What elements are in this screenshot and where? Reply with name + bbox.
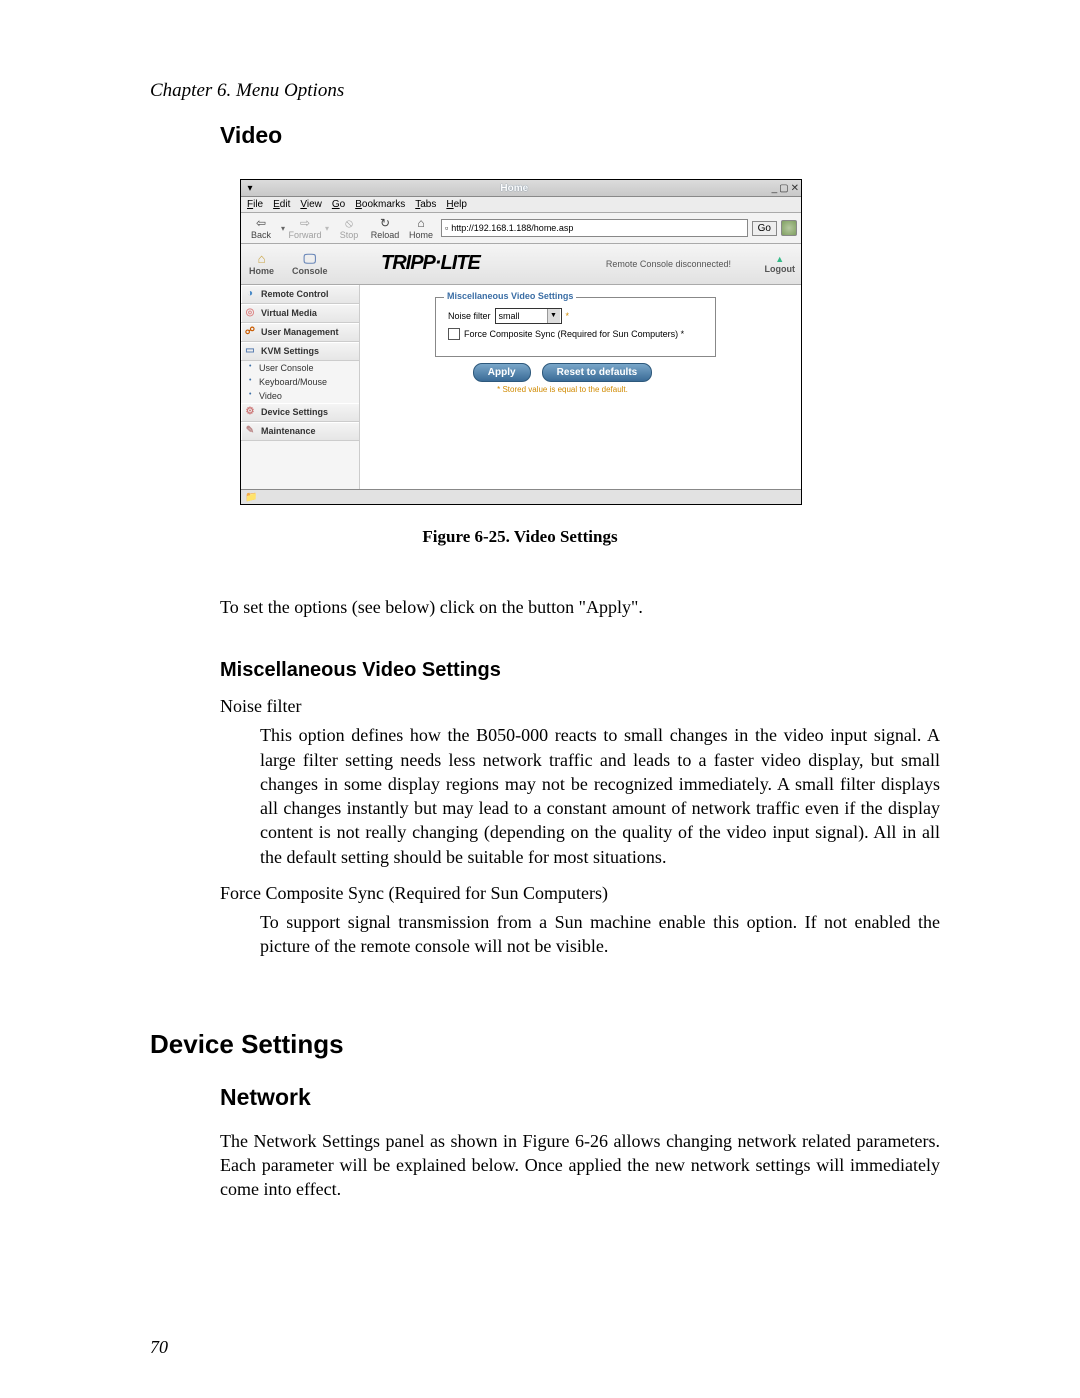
stop-icon: ⦸ xyxy=(340,216,358,230)
system-menu-icon[interactable]: ▾ xyxy=(243,182,257,194)
menu-tabs[interactable]: Tabs xyxy=(415,199,436,210)
sidebar-sub-user-console[interactable]: User Console xyxy=(241,361,359,375)
sidebar-sub-video[interactable]: Video xyxy=(241,389,359,403)
kvm-icon: ▭ xyxy=(244,345,256,357)
intro-paragraph: To set the options (see below) click on … xyxy=(220,595,940,619)
force-sync-term: Force Composite Sync (Required for Sun C… xyxy=(220,883,940,904)
figure-caption: Figure 6-25. Video Settings xyxy=(240,527,800,547)
app-header: ⌂Home 🖵Console TRIPP·LITE Remote Console… xyxy=(241,244,801,285)
noise-filter-label: Noise filter xyxy=(448,311,491,321)
stop-button[interactable]: ⦸Stop xyxy=(333,216,365,240)
home-icon: ⌂ xyxy=(412,216,430,230)
force-sync-checkbox[interactable] xyxy=(448,328,460,340)
menu-bookmarks[interactable]: Bookmarks xyxy=(355,199,405,210)
forward-button[interactable]: ⇨Forward xyxy=(289,216,321,240)
device-settings-heading: Device Settings xyxy=(150,1029,940,1060)
sidebar-item-user-management[interactable]: ☍User Management xyxy=(241,323,359,342)
sidebar-sub-keyboard-mouse[interactable]: Keyboard/Mouse xyxy=(241,375,359,389)
menubar: File Edit View Go Bookmarks Tabs Help xyxy=(241,197,801,213)
close-icon[interactable]: ✕ xyxy=(791,183,799,194)
browser-window: ▾ Home _ ▢ ✕ File Edit View Go Bookmarks… xyxy=(240,179,802,505)
back-dd-icon[interactable]: ▾ xyxy=(281,224,285,233)
sidebar-item-maintenance[interactable]: ✎Maintenance xyxy=(241,422,359,441)
header-home-button[interactable]: ⌂Home xyxy=(249,252,274,276)
figure-6-25: ▾ Home _ ▢ ✕ File Edit View Go Bookmarks… xyxy=(240,179,800,547)
noise-filter-description: This option defines how the B050-000 rea… xyxy=(260,723,940,869)
reload-icon: ↻ xyxy=(376,216,394,230)
minimize-icon[interactable]: _ xyxy=(772,183,778,194)
force-sync-label: Force Composite Sync (Required for Sun C… xyxy=(464,329,684,339)
force-sync-description: To support signal transmission from a Su… xyxy=(260,910,940,959)
maintenance-icon: ✎ xyxy=(244,425,256,437)
menu-file[interactable]: File xyxy=(247,199,263,210)
device-icon: ⚙ xyxy=(244,406,256,418)
sidebar-item-kvm-settings[interactable]: ▭KVM Settings xyxy=(241,342,359,361)
toolbar: ⇦Back ▾ ⇨Forward ▾ ⦸Stop ↻Reload ⌂Home ▫… xyxy=(241,213,801,244)
go-button[interactable]: Go xyxy=(752,221,777,236)
menu-view[interactable]: View xyxy=(300,199,322,210)
sidebar-item-device-settings[interactable]: ⚙Device Settings xyxy=(241,403,359,422)
misc-video-settings-heading: Miscellaneous Video Settings xyxy=(220,659,940,682)
logout-button[interactable]: ▲Logout xyxy=(765,254,796,274)
console-icon: 🖵 xyxy=(301,252,319,266)
taskbar: 📁 xyxy=(241,489,801,504)
maximize-icon[interactable]: ▢ xyxy=(779,183,788,194)
reload-button[interactable]: ↻Reload xyxy=(369,216,401,240)
window-title: Home xyxy=(257,183,772,194)
page-number: 70 xyxy=(150,1337,168,1358)
page-icon: ▫ xyxy=(445,223,448,233)
users-icon: ☍ xyxy=(244,326,256,338)
video-heading: Video xyxy=(220,122,940,149)
menu-go[interactable]: Go xyxy=(332,199,345,210)
apply-button[interactable]: Apply xyxy=(473,363,531,382)
video-settings-fieldset: Miscellaneous Video Settings Noise filte… xyxy=(435,297,716,357)
noise-filter-select[interactable]: small xyxy=(495,308,562,324)
reset-button[interactable]: Reset to defaults xyxy=(542,363,653,382)
back-icon: ⇦ xyxy=(252,216,270,230)
home-icon: ⌂ xyxy=(253,252,271,266)
logout-icon: ▲ xyxy=(775,254,784,264)
menu-edit[interactable]: Edit xyxy=(273,199,290,210)
sidebar-item-virtual-media[interactable]: ◎Virtual Media xyxy=(241,304,359,323)
remote-icon: ◑ xyxy=(244,288,256,300)
default-footnote: * Stored value is equal to the default. xyxy=(435,385,690,394)
brand-logo: TRIPP·LITE xyxy=(381,252,480,275)
default-marker-icon: * xyxy=(566,311,570,321)
titlebar: ▾ Home _ ▢ ✕ xyxy=(241,180,801,197)
back-button[interactable]: ⇦Back xyxy=(245,216,277,240)
fieldset-legend: Miscellaneous Video Settings xyxy=(444,291,576,301)
throbber-icon xyxy=(781,220,797,236)
network-paragraph: The Network Settings panel as shown in F… xyxy=(220,1129,940,1202)
fwd-dd-icon[interactable]: ▾ xyxy=(325,224,329,233)
chapter-header: Chapter 6. Menu Options xyxy=(150,80,940,102)
network-heading: Network xyxy=(220,1084,940,1111)
noise-filter-term: Noise filter xyxy=(220,696,940,717)
header-console-button[interactable]: 🖵Console xyxy=(292,252,328,276)
home-button[interactable]: ⌂Home xyxy=(405,216,437,240)
status-message: Remote Console disconnected! xyxy=(606,259,731,269)
sidebar-item-remote-control[interactable]: ◑Remote Control xyxy=(241,285,359,304)
url-input[interactable]: ▫ http://192.168.1.188/home.asp xyxy=(441,219,748,237)
app-body: ⌂Home 🖵Console TRIPP·LITE Remote Console… xyxy=(241,244,801,489)
sidebar: ◑Remote Control ◎Virtual Media ☍User Man… xyxy=(241,285,360,489)
main-panel: Miscellaneous Video Settings Noise filte… xyxy=(360,285,801,489)
url-text: http://192.168.1.188/home.asp xyxy=(451,223,573,233)
forward-icon: ⇨ xyxy=(296,216,314,230)
media-icon: ◎ xyxy=(244,307,256,319)
menu-help[interactable]: Help xyxy=(446,199,467,210)
folder-icon[interactable]: 📁 xyxy=(245,492,257,503)
